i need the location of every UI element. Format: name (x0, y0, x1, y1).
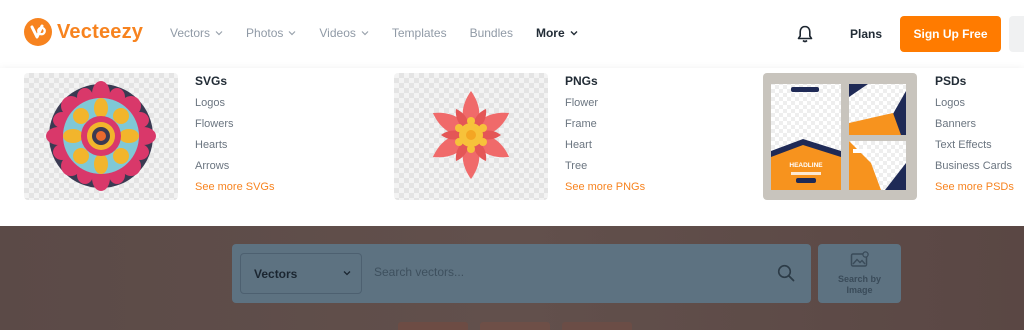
sign-up-button[interactable]: Sign Up Free (900, 16, 1001, 52)
site-header: Vecteezy Vectors Photos Videos Templates… (0, 0, 1024, 68)
nav-more-label: More (535, 26, 565, 40)
nav-videos[interactable]: Videos (319, 26, 369, 40)
pngs-link-frame[interactable]: Frame (565, 117, 645, 132)
pngs-link-flower[interactable]: Flower (565, 96, 645, 111)
nav-bundles-label: Bundles (469, 26, 513, 40)
chevron-down-icon (570, 31, 578, 36)
svgs-link-hearts[interactable]: Hearts (195, 138, 274, 153)
flower-png-preview (432, 91, 510, 179)
chevron-down-icon (215, 31, 223, 36)
image-search-label: Search by Image (837, 274, 882, 295)
psds-link-banners[interactable]: Banners (935, 117, 1014, 132)
nav-vectors[interactable]: Vectors (170, 26, 223, 40)
mandala-svg-preview (46, 81, 156, 191)
search-input[interactable]: Search vectors... (374, 265, 464, 279)
brand-name: Vecteezy (57, 20, 144, 43)
nav-videos-label: Videos (319, 26, 356, 40)
plans-link[interactable]: Plans (850, 27, 882, 41)
nav-photos-label: Photos (246, 26, 284, 40)
psds-column: PSDs Logos Banners Text Effects Business… (935, 74, 1014, 195)
login-button[interactable] (1009, 16, 1024, 52)
vecteezy-logo-icon (24, 18, 52, 46)
nav-more[interactable]: More (536, 26, 578, 40)
chevron-down-icon (288, 31, 296, 36)
see-more-svgs-link[interactable]: See more SVGs (195, 180, 274, 195)
hero-chip (398, 322, 468, 330)
image-search-button[interactable]: Search by Image (818, 244, 901, 303)
chevron-down-icon (343, 271, 351, 276)
psds-link-text-effects[interactable]: Text Effects (935, 138, 1014, 153)
search-category-label: Vectors (254, 266, 298, 281)
psd-thumbnail[interactable]: HEADLINE (763, 73, 917, 200)
see-more-pngs-link[interactable]: See more PNGs (565, 180, 645, 195)
image-search-icon (850, 251, 869, 267)
svgs-link-flowers[interactable]: Flowers (195, 117, 274, 132)
social-post-templates-preview: HEADLINE (771, 84, 906, 190)
psd-headline-text: HEADLINE (789, 162, 823, 169)
pngs-column: PNGs Flower Frame Heart Tree See more PN… (565, 74, 645, 195)
see-more-psds-link[interactable]: See more PSDs (935, 180, 1014, 195)
nav-photos[interactable]: Photos (246, 26, 296, 40)
search-icon[interactable] (777, 264, 795, 282)
psds-title[interactable]: PSDs (935, 74, 1014, 90)
psds-link-logos[interactable]: Logos (935, 96, 1014, 111)
main-nav: Vectors Photos Videos Templates Bundles … (170, 26, 601, 40)
nav-vectors-label: Vectors (170, 26, 211, 40)
svgs-column: SVGs Logos Flowers Hearts Arrows See mor… (195, 74, 274, 195)
pngs-link-heart[interactable]: Heart (565, 138, 645, 153)
search-category-select[interactable]: Vectors (240, 253, 362, 294)
svgs-link-arrows[interactable]: Arrows (195, 159, 274, 174)
nav-templates[interactable]: Templates (392, 26, 447, 40)
bell-icon[interactable] (795, 24, 815, 44)
more-mega-menu: SVGs Logos Flowers Hearts Arrows See mor… (0, 68, 1024, 226)
vecteezy-logo[interactable]: Vecteezy (24, 18, 143, 46)
svg-thumbnail[interactable] (24, 73, 178, 200)
chevron-down-icon (361, 31, 369, 36)
svgs-title[interactable]: SVGs (195, 74, 274, 90)
search-bar: Vectors Search vectors... (232, 244, 811, 303)
nav-bundles[interactable]: Bundles (470, 26, 513, 40)
hero-chip (562, 322, 632, 330)
pngs-title[interactable]: PNGs (565, 74, 645, 90)
nav-templates-label: Templates (391, 26, 447, 40)
psds-link-business-cards[interactable]: Business Cards (935, 159, 1014, 174)
pngs-link-tree[interactable]: Tree (565, 159, 645, 174)
hero-chip (480, 322, 550, 330)
svgs-link-logos[interactable]: Logos (195, 96, 274, 111)
png-thumbnail[interactable] (394, 73, 548, 200)
